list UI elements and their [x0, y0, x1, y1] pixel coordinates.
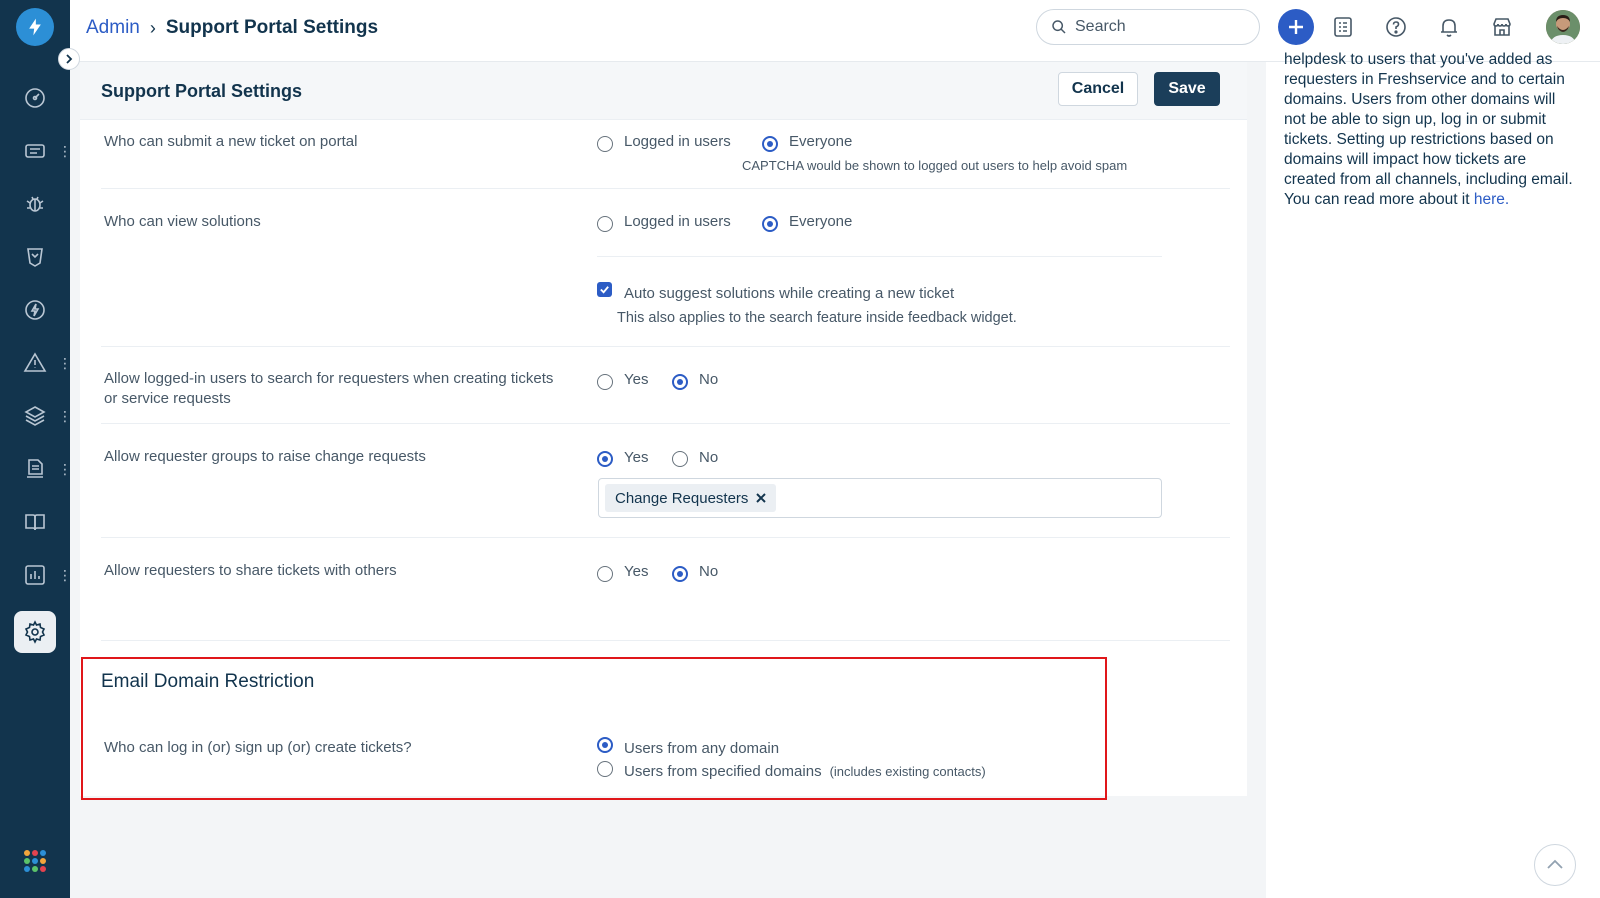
auto-suggest-hint: This also applies to the search feature …	[617, 310, 1017, 326]
change-requests-no-radio[interactable]	[672, 451, 688, 467]
notifications-icon[interactable]	[1434, 12, 1464, 42]
auto-suggest-checkbox[interactable]	[597, 282, 612, 297]
page-title: Support Portal Settings	[165, 17, 379, 38]
share-tickets-yes-label: Yes	[624, 563, 649, 580]
change-requests-yes-label: Yes	[624, 449, 649, 466]
marketplace-icon[interactable]	[1487, 12, 1517, 42]
dashboard-icon[interactable]	[14, 77, 56, 119]
row-divider	[101, 640, 1230, 641]
assets-more-icon[interactable]: ⋮	[58, 409, 72, 423]
submit-ticket-everyone-label: Everyone	[789, 133, 853, 150]
share-tickets-no-radio[interactable]	[672, 566, 688, 582]
specified-domains-radio[interactable]	[597, 761, 613, 777]
change-requests-no-label: No	[699, 449, 719, 466]
submit-ticket-logged-in-label: Logged in users	[624, 133, 731, 150]
changes-icon[interactable]	[14, 236, 56, 278]
share-tickets-label: Allow requesters to share tickets with o…	[104, 562, 397, 579]
submit-ticket-everyone-radio[interactable]	[762, 136, 778, 152]
help-icon[interactable]	[1381, 12, 1411, 42]
search-requesters-yes-radio[interactable]	[597, 374, 613, 390]
tickets-more-icon[interactable]: ⋮	[58, 144, 72, 158]
submit-ticket-logged-in-radio[interactable]	[597, 136, 613, 152]
cancel-button[interactable]: Cancel	[1058, 72, 1138, 106]
remove-tag-icon[interactable]	[754, 491, 768, 505]
chevron-right-icon	[66, 54, 73, 64]
new-item-button[interactable]	[1278, 9, 1314, 45]
view-solutions-logged-in-label: Logged in users	[624, 213, 731, 230]
specified-domains-option: Users from specified domains (includes ex…	[624, 763, 986, 780]
help-panel: helpdesk to users that you've added as r…	[1266, 51, 1600, 898]
change-requests-label: Allow requester groups to raise change r…	[104, 448, 426, 465]
help-here-link[interactable]: here.	[1474, 191, 1509, 208]
row-divider	[101, 537, 1230, 538]
contracts-more-icon[interactable]: ⋮	[58, 462, 72, 476]
breadcrumb-separator: ›	[149, 17, 156, 38]
search-icon	[1052, 20, 1066, 34]
row-divider	[101, 188, 1230, 189]
breadcrumb-admin-link[interactable]: Admin	[86, 17, 140, 39]
requester-group-tag: Change Requesters	[605, 484, 777, 512]
releases-icon[interactable]	[14, 289, 56, 331]
solutions-icon[interactable]	[14, 501, 56, 543]
view-solutions-everyone-label: Everyone	[789, 213, 853, 230]
search-requesters-no-radio[interactable]	[672, 374, 688, 390]
share-tickets-no-label: No	[699, 563, 719, 580]
breadcrumb: Admin › Support Portal Settings	[86, 17, 378, 39]
contracts-icon[interactable]	[14, 448, 56, 490]
view-solutions-everyone-radio[interactable]	[762, 216, 778, 232]
reports-icon[interactable]	[14, 554, 56, 596]
admin-gear-icon[interactable]	[14, 611, 56, 653]
alerts-icon[interactable]	[14, 342, 56, 384]
card-title: Support Portal Settings	[101, 81, 303, 101]
row-divider	[101, 423, 1230, 424]
email-domain-section-title: Email Domain Restriction	[101, 671, 315, 692]
global-search[interactable]	[1036, 9, 1260, 45]
inner-divider	[597, 256, 1162, 257]
any-domain-radio[interactable]	[597, 737, 613, 753]
help-body: helpdesk to users that you've added as r…	[1284, 51, 1573, 208]
specified-domains-label: Users from specified domains	[624, 763, 822, 780]
search-requesters-yes-label: Yes	[624, 371, 649, 388]
apps-switcher-icon[interactable]	[24, 850, 46, 872]
view-solutions-label: Who can view solutions	[104, 213, 261, 230]
user-avatar[interactable]	[1546, 10, 1580, 44]
existing-contacts-note: (includes existing contacts)	[829, 764, 986, 779]
email-domain-label: Who can log in (or) sign up (or) create …	[104, 739, 412, 756]
row-divider	[101, 346, 1230, 347]
lightning-logo-icon[interactable]	[16, 8, 54, 46]
view-solutions-logged-in-radio[interactable]	[597, 216, 613, 232]
chevron-up-icon	[1547, 859, 1563, 869]
checkmark-icon	[600, 286, 609, 294]
announcements-icon[interactable]	[1328, 12, 1358, 42]
search-requesters-label: Allow logged-in users to search for requ…	[104, 370, 554, 407]
tag-label: Change Requesters	[615, 489, 749, 507]
auto-suggest-label: Auto suggest solutions while creating a …	[624, 285, 955, 302]
tickets-icon[interactable]	[14, 130, 56, 172]
change-requests-yes-radio[interactable]	[597, 451, 613, 467]
help-text: helpdesk to users that you've added as r…	[1284, 50, 1574, 210]
search-input[interactable]	[1075, 18, 1235, 36]
save-button[interactable]: Save	[1154, 72, 1220, 106]
captcha-hint: CAPTCHA would be shown to logged out use…	[742, 158, 1128, 173]
share-tickets-yes-radio[interactable]	[597, 566, 613, 582]
expand-sidebar-button[interactable]	[58, 48, 80, 70]
reports-more-icon[interactable]: ⋮	[58, 568, 72, 582]
search-requesters-no-label: No	[699, 371, 719, 388]
card-header: Support Portal Settings Cancel Save	[80, 62, 1247, 120]
scroll-to-top-button[interactable]	[1534, 844, 1576, 886]
left-navigation: ⋮ ⋮ ⋮ ⋮ ⋮	[0, 0, 72, 898]
alerts-more-icon[interactable]: ⋮	[58, 356, 72, 370]
submit-ticket-label: Who can submit a new ticket on portal	[104, 133, 358, 150]
problems-icon[interactable]	[14, 183, 56, 225]
avatar-image	[1546, 10, 1580, 44]
assets-icon[interactable]	[14, 395, 56, 437]
plus-icon	[1289, 20, 1303, 34]
any-domain-label: Users from any domain	[624, 740, 780, 757]
requester-groups-input[interactable]: Change Requesters	[598, 478, 1162, 518]
